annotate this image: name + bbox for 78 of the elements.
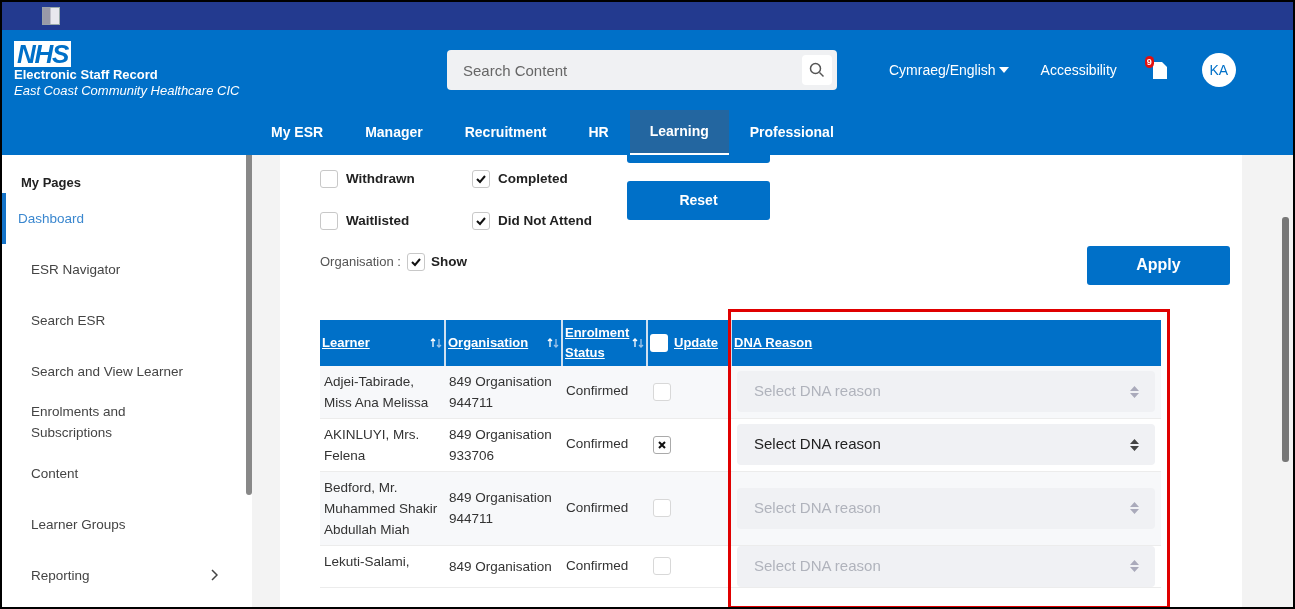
show-label: Show <box>430 252 467 271</box>
sidebar-item[interactable]: Search and View Learner <box>2 345 242 397</box>
page-scrollbar[interactable] <box>1282 217 1289 462</box>
table-cell: Confirmed <box>562 365 647 418</box>
sidebar-item[interactable]: Search ESR <box>2 294 242 346</box>
nav-tab[interactable]: Learning <box>629 110 729 155</box>
column-header[interactable]: Learner <box>320 319 445 366</box>
org-subtitle: East Coast Community Healthcare CIC <box>14 83 241 99</box>
search-field[interactable]: Search Content <box>447 50 837 90</box>
chevron-right-icon <box>211 569 218 581</box>
table-cell: 849 Organisation <box>445 545 562 587</box>
sidebar-item[interactable]: Reporting <box>2 549 242 601</box>
checkbox[interactable] <box>406 253 425 271</box>
user-avatar[interactable]: KA <box>1201 53 1236 87</box>
table-cell: Lekuti-Salami, <box>320 545 445 587</box>
filter-label: Completed <box>498 170 568 188</box>
table-cell: Confirmed <box>562 545 647 587</box>
column-header[interactable]: Enrolment Status <box>562 319 647 366</box>
document-icon[interactable] <box>1152 62 1167 79</box>
table-cell: 849 Organisation 933706 <box>445 418 562 471</box>
dna-reason-select[interactable]: Select DNA reason <box>737 424 1155 465</box>
sort-icon[interactable] <box>547 336 559 349</box>
table-cell: Adjei-Tabirade, Miss Ana Melissa <box>320 365 445 418</box>
column-header[interactable]: Update <box>647 319 731 366</box>
check-icon <box>475 173 487 186</box>
select-all-checkbox[interactable] <box>650 333 668 352</box>
table-cell: Bedford, Mr. Muhammed Shakir Abdullah Miah <box>320 471 445 545</box>
nav-tab[interactable]: Recruitment <box>443 110 568 155</box>
nhs-logo[interactable]: NHS <box>14 41 71 67</box>
sidebar-title: My Pages <box>20 174 82 192</box>
nav-tab[interactable]: HR <box>567 110 630 155</box>
sidebar-scrollbar[interactable] <box>246 155 252 495</box>
nav-tab[interactable]: Manager <box>344 110 444 155</box>
x-icon <box>658 440 666 449</box>
sidebar-item[interactable]: ESR Navigator <box>2 243 242 295</box>
table-cell: Confirmed <box>562 471 647 545</box>
sidebar-item[interactable]: Dashboard <box>2 192 242 244</box>
filter-label: Withdrawn <box>346 170 415 188</box>
sort-arrows-icon <box>1130 437 1139 452</box>
update-checkbox[interactable] <box>653 382 671 401</box>
table-cell: 849 Organisation 944711 <box>445 471 562 545</box>
filter-label: Did Not Attend <box>498 212 592 231</box>
update-checkbox[interactable] <box>653 499 671 517</box>
update-checkbox[interactable] <box>653 557 671 575</box>
check-icon <box>475 215 487 228</box>
check-icon <box>409 256 422 268</box>
search-button[interactable] <box>802 55 832 85</box>
reset-button[interactable]: Reset <box>627 181 770 220</box>
sort-arrows-icon <box>1130 501 1139 515</box>
organisation-label: Organisation : <box>320 253 401 272</box>
nav-tab[interactable]: Professional <box>728 110 855 155</box>
sort-arrows-icon <box>1130 384 1139 399</box>
table-cell: 849 Organisation 944711 <box>445 365 562 418</box>
org-name: Electronic Staff Record <box>14 67 159 83</box>
sort-icon[interactable] <box>430 336 442 349</box>
search-icon <box>809 62 825 78</box>
caret-icon <box>998 67 1009 73</box>
checkbox[interactable] <box>320 170 338 189</box>
filter-label: Waitlisted <box>346 212 410 231</box>
sidebar-item[interactable]: Learner Groups <box>2 498 242 550</box>
panel-toggle-icon[interactable] <box>42 7 60 25</box>
update-checkbox[interactable] <box>653 435 671 454</box>
sort-arrows-icon <box>1130 559 1139 573</box>
sort-icon[interactable] <box>632 336 644 349</box>
table-cell: Confirmed <box>562 418 647 471</box>
checkbox[interactable] <box>320 212 338 231</box>
accessibility-link[interactable]: Accessibility <box>1040 59 1117 81</box>
sidebar-item[interactable]: Enrolments and Subscriptions <box>2 396 242 448</box>
notification-badge: 9 <box>1144 56 1154 68</box>
sidebar-item[interactable]: Content <box>2 447 242 499</box>
checkbox[interactable] <box>472 212 490 231</box>
column-header[interactable]: DNA Reason <box>731 319 1161 366</box>
nav-tab[interactable]: My ESR <box>250 110 345 155</box>
table-cell: AKINLUYI, Mrs. Felena <box>320 418 445 471</box>
language-dropdown[interactable]: Cymraeg/English <box>889 59 1009 81</box>
checkbox[interactable] <box>472 170 490 189</box>
column-header[interactable]: Organisation <box>445 319 562 366</box>
apply-button[interactable]: Apply <box>1087 245 1230 285</box>
